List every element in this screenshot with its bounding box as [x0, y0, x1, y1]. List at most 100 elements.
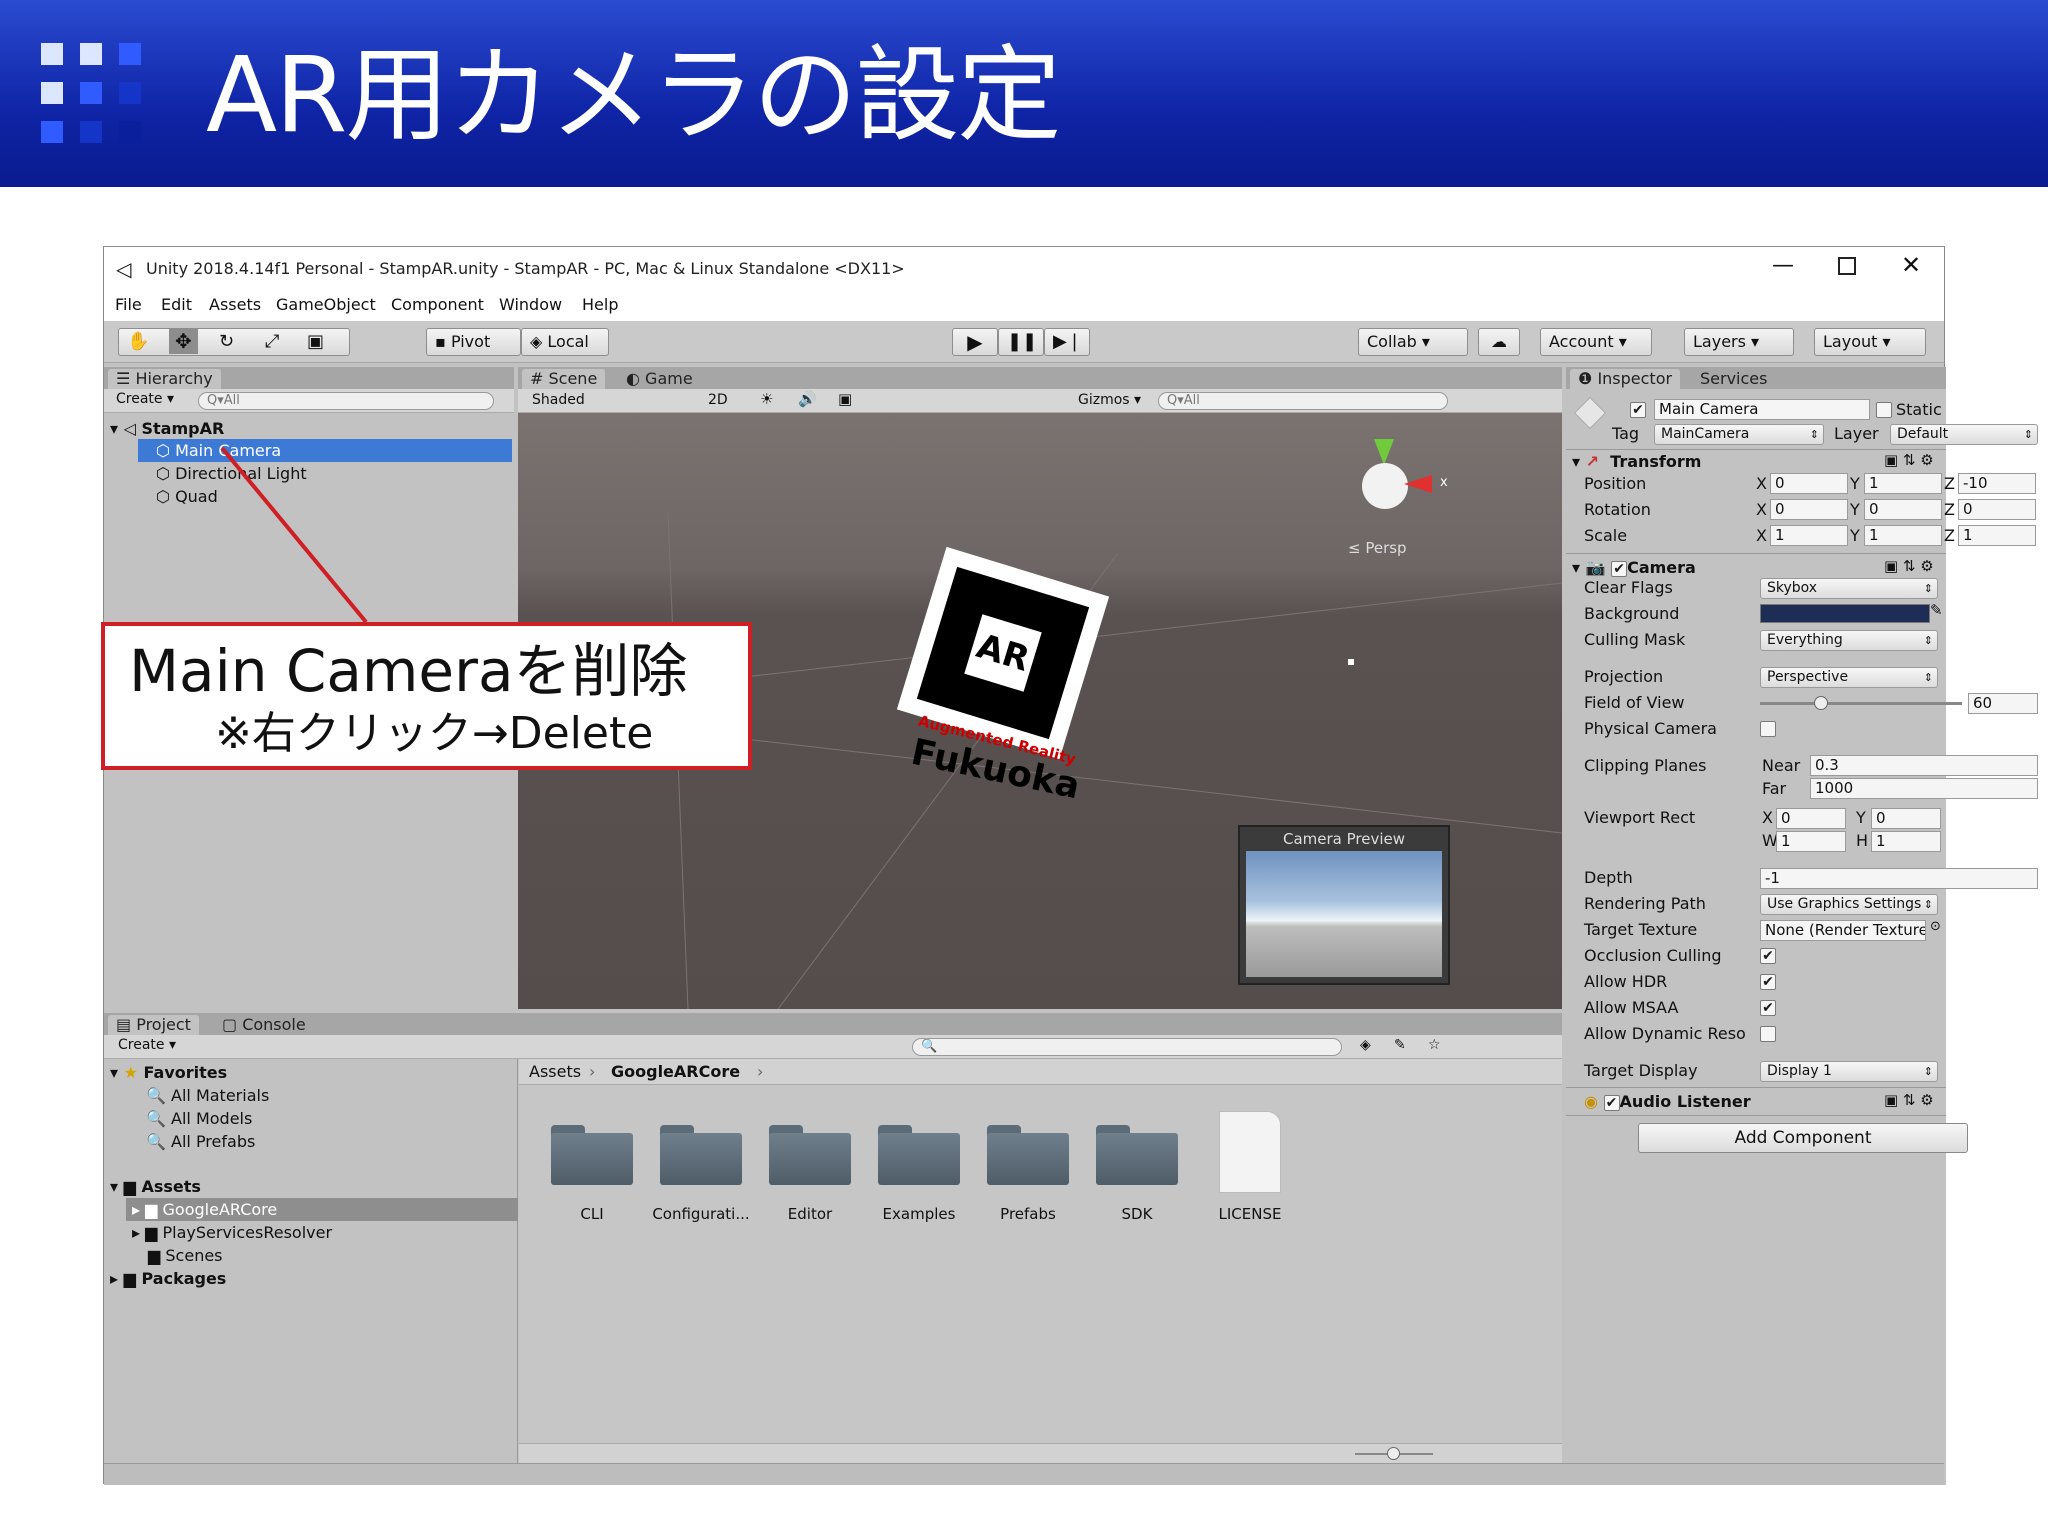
transform-z-field[interactable]: 0 [1958, 499, 2036, 520]
depth-field[interactable]: -1 [1760, 868, 2038, 889]
object-picker-icon[interactable]: ⊙ [1930, 919, 1941, 934]
file-icon[interactable] [1219, 1111, 1281, 1193]
move-tool-icon[interactable]: ✥ [169, 328, 198, 354]
shading-dropdown[interactable]: Shaded [532, 392, 585, 408]
add-component-button[interactable]: Add Component [1638, 1123, 1968, 1153]
pause-button[interactable]: ❚❚ [998, 328, 1044, 356]
allow-dynamic-resolution-checkbox[interactable] [1760, 1026, 1776, 1042]
projection-dropdown[interactable]: Perspective [1760, 667, 1938, 688]
menu-assets[interactable]: Assets [209, 295, 261, 314]
fov-slider-thumb[interactable] [1813, 696, 1828, 710]
tree-item-scenes[interactable]: ▆ Scenes [148, 1244, 223, 1267]
step-button[interactable]: ▶❘ [1044, 328, 1090, 356]
tag-dropdown[interactable]: MainCamera [1654, 424, 1824, 445]
hierarchy-item-main-camera[interactable]: ⬡ Main Camera [138, 439, 512, 462]
audio-menu-icon[interactable]: ▣ ⇅ ⚙ [1884, 1091, 1934, 1109]
component-menu-icon[interactable]: ▣ ⇅ ⚙ [1884, 451, 1934, 469]
folder-icon[interactable] [660, 1125, 742, 1185]
gizmo-center-icon[interactable] [1362, 463, 1408, 509]
tree-item-googlearcore[interactable]: ▸ ▆ GoogleARCore [126, 1198, 518, 1221]
background-color-swatch[interactable] [1760, 604, 1930, 623]
play-button[interactable]: ▶ [952, 328, 998, 356]
viewport-w-field[interactable]: 1 [1776, 831, 1846, 852]
filter-label-icon[interactable]: ✎ [1394, 1037, 1406, 1053]
transform-x-field[interactable]: 0 [1770, 473, 1848, 494]
transform-z-field[interactable]: -10 [1958, 473, 2036, 494]
transform-z-field[interactable]: 1 [1958, 525, 2036, 546]
layout-dropdown[interactable]: Layout ▾ [1814, 328, 1926, 356]
scale-tool-icon[interactable]: ⤢ [265, 329, 279, 355]
viewport-y-field[interactable]: 0 [1871, 808, 1941, 829]
packages-node[interactable]: ▸ ▆ Packages [110, 1267, 226, 1290]
transform-y-field[interactable]: 1 [1864, 525, 1942, 546]
target-display-dropdown[interactable]: Display 1 [1760, 1061, 1938, 1082]
static-checkbox[interactable] [1876, 402, 1892, 418]
hierarchy-item-directional-light[interactable]: ⬡ Directional Light [138, 462, 307, 485]
camera-enabled-checkbox[interactable]: ✔ [1611, 560, 1628, 577]
occlusion-culling-checkbox[interactable]: ✔ [1760, 948, 1776, 964]
menu-file[interactable]: File [115, 295, 142, 314]
pivot-toggle[interactable]: ▪ Pivot [426, 328, 521, 356]
fov-slider-track[interactable] [1760, 702, 1962, 705]
rotate-tool-icon[interactable]: ↻ [219, 329, 234, 355]
camera-menu-icon[interactable]: ▣ ⇅ ⚙ [1884, 557, 1934, 575]
breadcrumb-googlearcore[interactable]: GoogleARCore [611, 1062, 740, 1081]
selection-handle[interactable] [1348, 659, 1354, 665]
hierarchy-create-button[interactable]: Create ▾ [116, 391, 174, 407]
folder-icon[interactable] [551, 1125, 633, 1185]
maximize-button[interactable] [1838, 257, 1856, 275]
breadcrumb-assets[interactable]: Assets [529, 1062, 581, 1081]
orientation-gizmo[interactable]: x [1348, 433, 1498, 523]
gizmo-x-axis-icon[interactable] [1404, 475, 1432, 493]
local-toggle[interactable]: ◈ Local [521, 328, 609, 356]
cloud-icon[interactable]: ☁ [1478, 328, 1520, 356]
folder-icon[interactable] [1096, 1125, 1178, 1185]
scene-search-input[interactable]: Q▾All [1158, 392, 1448, 410]
tab-inspector[interactable]: ❶ Inspector [1570, 369, 1681, 389]
clear-flags-dropdown[interactable]: Skybox [1760, 578, 1938, 599]
project-search-input[interactable]: 🔍 [912, 1038, 1342, 1056]
target-texture-field[interactable]: None (Render Texture) [1760, 920, 1926, 941]
camera-header[interactable]: ▾ 📷 ✔ Camera [1572, 557, 1696, 579]
close-button[interactable]: ✕ [1901, 251, 1921, 279]
collab-button[interactable]: Collab ▾ [1358, 328, 1468, 356]
transform-y-field[interactable]: 1 [1864, 473, 1942, 494]
allow-hdr-checkbox[interactable]: ✔ [1760, 974, 1776, 990]
folder-icon[interactable] [987, 1125, 1069, 1185]
favorites-node[interactable]: ▾ ★ Favorites [110, 1061, 227, 1084]
rendering-path-dropdown[interactable]: Use Graphics Settings [1760, 894, 1938, 915]
tree-item-playservicesresolver[interactable]: ▸ ▆ PlayServicesResolver [132, 1221, 332, 1244]
tab-game[interactable]: ◐ Game [618, 369, 701, 389]
eyedropper-icon[interactable]: ✎ [1930, 601, 1943, 619]
layers-dropdown[interactable]: Layers ▾ [1684, 328, 1794, 356]
audio-icon[interactable]: 🔊 [798, 390, 817, 408]
fov-field[interactable]: 60 [1968, 693, 2038, 714]
lighting-icon[interactable]: ☀ [760, 390, 773, 408]
tab-hierarchy[interactable]: ☰ Hierarchy [108, 369, 221, 389]
transform-header[interactable]: ▾ ↗ Transform [1572, 451, 1701, 473]
menu-window[interactable]: Window [499, 295, 562, 314]
folder-icon[interactable] [878, 1125, 960, 1185]
folder-icon[interactable] [769, 1125, 851, 1185]
audio-listener-header[interactable]: ◉ ✔ Audio Listener [1584, 1091, 1751, 1113]
audio-listener-checkbox[interactable]: ✔ [1603, 1094, 1620, 1111]
physical-camera-checkbox[interactable] [1760, 721, 1776, 737]
menu-help[interactable]: Help [582, 295, 618, 314]
layer-dropdown[interactable]: Default [1890, 424, 2038, 445]
favorite-star-icon[interactable]: ☆ [1428, 1037, 1441, 1053]
icon-size-slider-thumb[interactable] [1387, 1447, 1400, 1460]
tab-services[interactable]: Services [1692, 369, 1775, 389]
near-field[interactable]: 0.3 [1810, 755, 2038, 776]
persp-label[interactable]: ≤ Persp [1348, 539, 1407, 557]
gizmos-dropdown[interactable]: Gizmos ▾ [1078, 392, 1141, 408]
hierarchy-search-input[interactable]: Q▾All [198, 392, 494, 410]
rect-tool-icon[interactable]: ▣ [307, 329, 324, 355]
tab-project[interactable]: ▤ Project [108, 1015, 199, 1035]
tab-scene[interactable]: # Scene [522, 369, 606, 389]
tab-console[interactable]: ▢ Console [214, 1015, 314, 1035]
gizmo-y-axis-icon[interactable] [1374, 439, 1394, 465]
transform-x-field[interactable]: 0 [1770, 499, 1848, 520]
favorite-all-materials[interactable]: 🔍 All Materials [146, 1084, 269, 1107]
transform-x-field[interactable]: 1 [1770, 525, 1848, 546]
project-create-button[interactable]: Create ▾ [118, 1037, 176, 1053]
